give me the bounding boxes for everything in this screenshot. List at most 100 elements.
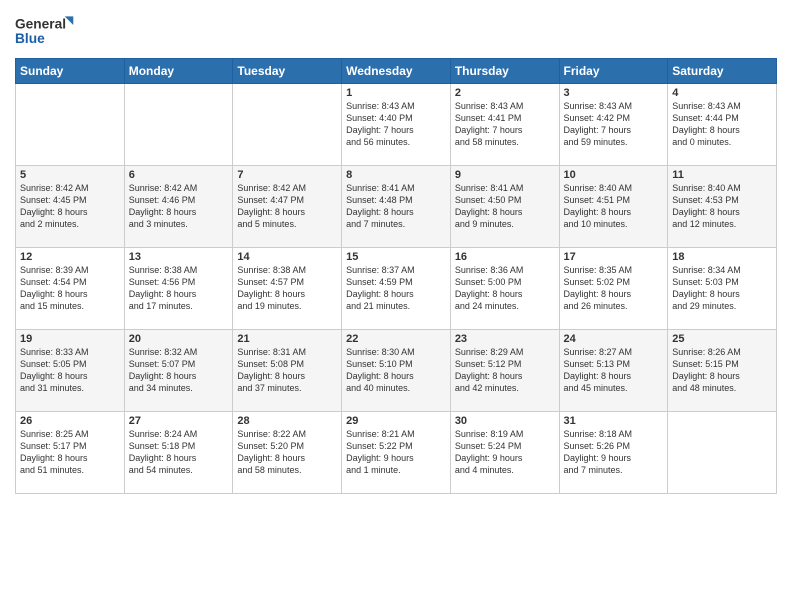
- week-row-2: 5Sunrise: 8:42 AM Sunset: 4:45 PM Daylig…: [16, 166, 777, 248]
- day-cell: 5Sunrise: 8:42 AM Sunset: 4:45 PM Daylig…: [16, 166, 125, 248]
- day-cell: 3Sunrise: 8:43 AM Sunset: 4:42 PM Daylig…: [559, 84, 668, 166]
- day-info: Sunrise: 8:38 AM Sunset: 4:56 PM Dayligh…: [129, 264, 229, 313]
- day-info: Sunrise: 8:18 AM Sunset: 5:26 PM Dayligh…: [564, 428, 664, 477]
- day-cell: [668, 412, 777, 494]
- day-number: 28: [237, 415, 337, 427]
- svg-text:Blue: Blue: [15, 31, 45, 46]
- day-cell: 2Sunrise: 8:43 AM Sunset: 4:41 PM Daylig…: [450, 84, 559, 166]
- day-number: 3: [564, 87, 664, 99]
- day-cell: [16, 84, 125, 166]
- day-number: 12: [20, 251, 120, 263]
- day-cell: 28Sunrise: 8:22 AM Sunset: 5:20 PM Dayli…: [233, 412, 342, 494]
- day-info: Sunrise: 8:40 AM Sunset: 4:51 PM Dayligh…: [564, 182, 664, 231]
- day-cell: 10Sunrise: 8:40 AM Sunset: 4:51 PM Dayli…: [559, 166, 668, 248]
- day-cell: 16Sunrise: 8:36 AM Sunset: 5:00 PM Dayli…: [450, 248, 559, 330]
- day-number: 18: [672, 251, 772, 263]
- day-cell: 15Sunrise: 8:37 AM Sunset: 4:59 PM Dayli…: [342, 248, 451, 330]
- day-cell: 9Sunrise: 8:41 AM Sunset: 4:50 PM Daylig…: [450, 166, 559, 248]
- week-row-3: 12Sunrise: 8:39 AM Sunset: 4:54 PM Dayli…: [16, 248, 777, 330]
- day-info: Sunrise: 8:37 AM Sunset: 4:59 PM Dayligh…: [346, 264, 446, 313]
- day-info: Sunrise: 8:39 AM Sunset: 4:54 PM Dayligh…: [20, 264, 120, 313]
- header-cell-monday: Monday: [124, 59, 233, 84]
- day-cell: 7Sunrise: 8:42 AM Sunset: 4:47 PM Daylig…: [233, 166, 342, 248]
- day-cell: [233, 84, 342, 166]
- day-number: 23: [455, 333, 555, 345]
- day-cell: 29Sunrise: 8:21 AM Sunset: 5:22 PM Dayli…: [342, 412, 451, 494]
- day-number: 31: [564, 415, 664, 427]
- day-cell: 18Sunrise: 8:34 AM Sunset: 5:03 PM Dayli…: [668, 248, 777, 330]
- day-cell: 21Sunrise: 8:31 AM Sunset: 5:08 PM Dayli…: [233, 330, 342, 412]
- day-number: 29: [346, 415, 446, 427]
- week-row-1: 1Sunrise: 8:43 AM Sunset: 4:40 PM Daylig…: [16, 84, 777, 166]
- day-info: Sunrise: 8:25 AM Sunset: 5:17 PM Dayligh…: [20, 428, 120, 477]
- day-number: 10: [564, 169, 664, 181]
- day-number: 24: [564, 333, 664, 345]
- day-cell: 6Sunrise: 8:42 AM Sunset: 4:46 PM Daylig…: [124, 166, 233, 248]
- day-info: Sunrise: 8:43 AM Sunset: 4:44 PM Dayligh…: [672, 100, 772, 149]
- day-number: 15: [346, 251, 446, 263]
- day-info: Sunrise: 8:42 AM Sunset: 4:46 PM Dayligh…: [129, 182, 229, 231]
- day-info: Sunrise: 8:42 AM Sunset: 4:45 PM Dayligh…: [20, 182, 120, 231]
- day-info: Sunrise: 8:38 AM Sunset: 4:57 PM Dayligh…: [237, 264, 337, 313]
- day-number: 25: [672, 333, 772, 345]
- day-info: Sunrise: 8:26 AM Sunset: 5:15 PM Dayligh…: [672, 346, 772, 395]
- day-number: 14: [237, 251, 337, 263]
- day-cell: 25Sunrise: 8:26 AM Sunset: 5:15 PM Dayli…: [668, 330, 777, 412]
- day-cell: 4Sunrise: 8:43 AM Sunset: 4:44 PM Daylig…: [668, 84, 777, 166]
- day-info: Sunrise: 8:43 AM Sunset: 4:40 PM Dayligh…: [346, 100, 446, 149]
- day-info: Sunrise: 8:22 AM Sunset: 5:20 PM Dayligh…: [237, 428, 337, 477]
- day-number: 20: [129, 333, 229, 345]
- day-info: Sunrise: 8:42 AM Sunset: 4:47 PM Dayligh…: [237, 182, 337, 231]
- day-cell: 23Sunrise: 8:29 AM Sunset: 5:12 PM Dayli…: [450, 330, 559, 412]
- day-number: 17: [564, 251, 664, 263]
- day-info: Sunrise: 8:19 AM Sunset: 5:24 PM Dayligh…: [455, 428, 555, 477]
- day-cell: 26Sunrise: 8:25 AM Sunset: 5:17 PM Dayli…: [16, 412, 125, 494]
- day-info: Sunrise: 8:40 AM Sunset: 4:53 PM Dayligh…: [672, 182, 772, 231]
- day-number: 13: [129, 251, 229, 263]
- header-cell-tuesday: Tuesday: [233, 59, 342, 84]
- day-number: 2: [455, 87, 555, 99]
- day-number: 4: [672, 87, 772, 99]
- week-row-5: 26Sunrise: 8:25 AM Sunset: 5:17 PM Dayli…: [16, 412, 777, 494]
- logo-svg: General Blue: [15, 10, 75, 52]
- day-number: 7: [237, 169, 337, 181]
- day-number: 21: [237, 333, 337, 345]
- day-info: Sunrise: 8:27 AM Sunset: 5:13 PM Dayligh…: [564, 346, 664, 395]
- day-info: Sunrise: 8:29 AM Sunset: 5:12 PM Dayligh…: [455, 346, 555, 395]
- svg-text:General: General: [15, 16, 66, 31]
- day-info: Sunrise: 8:21 AM Sunset: 5:22 PM Dayligh…: [346, 428, 446, 477]
- day-number: 16: [455, 251, 555, 263]
- day-cell: 30Sunrise: 8:19 AM Sunset: 5:24 PM Dayli…: [450, 412, 559, 494]
- day-cell: 19Sunrise: 8:33 AM Sunset: 5:05 PM Dayli…: [16, 330, 125, 412]
- day-info: Sunrise: 8:24 AM Sunset: 5:18 PM Dayligh…: [129, 428, 229, 477]
- day-info: Sunrise: 8:41 AM Sunset: 4:50 PM Dayligh…: [455, 182, 555, 231]
- day-cell: [124, 84, 233, 166]
- day-cell: 1Sunrise: 8:43 AM Sunset: 4:40 PM Daylig…: [342, 84, 451, 166]
- day-cell: 12Sunrise: 8:39 AM Sunset: 4:54 PM Dayli…: [16, 248, 125, 330]
- day-cell: 17Sunrise: 8:35 AM Sunset: 5:02 PM Dayli…: [559, 248, 668, 330]
- week-row-4: 19Sunrise: 8:33 AM Sunset: 5:05 PM Dayli…: [16, 330, 777, 412]
- day-number: 6: [129, 169, 229, 181]
- day-number: 8: [346, 169, 446, 181]
- day-info: Sunrise: 8:30 AM Sunset: 5:10 PM Dayligh…: [346, 346, 446, 395]
- day-cell: 11Sunrise: 8:40 AM Sunset: 4:53 PM Dayli…: [668, 166, 777, 248]
- day-cell: 20Sunrise: 8:32 AM Sunset: 5:07 PM Dayli…: [124, 330, 233, 412]
- header-row: SundayMondayTuesdayWednesdayThursdayFrid…: [16, 59, 777, 84]
- calendar-header: SundayMondayTuesdayWednesdayThursdayFrid…: [16, 59, 777, 84]
- day-cell: 8Sunrise: 8:41 AM Sunset: 4:48 PM Daylig…: [342, 166, 451, 248]
- header-cell-wednesday: Wednesday: [342, 59, 451, 84]
- day-cell: 31Sunrise: 8:18 AM Sunset: 5:26 PM Dayli…: [559, 412, 668, 494]
- day-info: Sunrise: 8:43 AM Sunset: 4:42 PM Dayligh…: [564, 100, 664, 149]
- day-cell: 14Sunrise: 8:38 AM Sunset: 4:57 PM Dayli…: [233, 248, 342, 330]
- day-cell: 24Sunrise: 8:27 AM Sunset: 5:13 PM Dayli…: [559, 330, 668, 412]
- day-number: 9: [455, 169, 555, 181]
- day-info: Sunrise: 8:32 AM Sunset: 5:07 PM Dayligh…: [129, 346, 229, 395]
- day-number: 5: [20, 169, 120, 181]
- day-cell: 22Sunrise: 8:30 AM Sunset: 5:10 PM Dayli…: [342, 330, 451, 412]
- header-cell-saturday: Saturday: [668, 59, 777, 84]
- day-info: Sunrise: 8:34 AM Sunset: 5:03 PM Dayligh…: [672, 264, 772, 313]
- day-info: Sunrise: 8:41 AM Sunset: 4:48 PM Dayligh…: [346, 182, 446, 231]
- page-container: General Blue SundayMondayTuesdayWednesda…: [0, 0, 792, 502]
- day-number: 22: [346, 333, 446, 345]
- day-info: Sunrise: 8:43 AM Sunset: 4:41 PM Dayligh…: [455, 100, 555, 149]
